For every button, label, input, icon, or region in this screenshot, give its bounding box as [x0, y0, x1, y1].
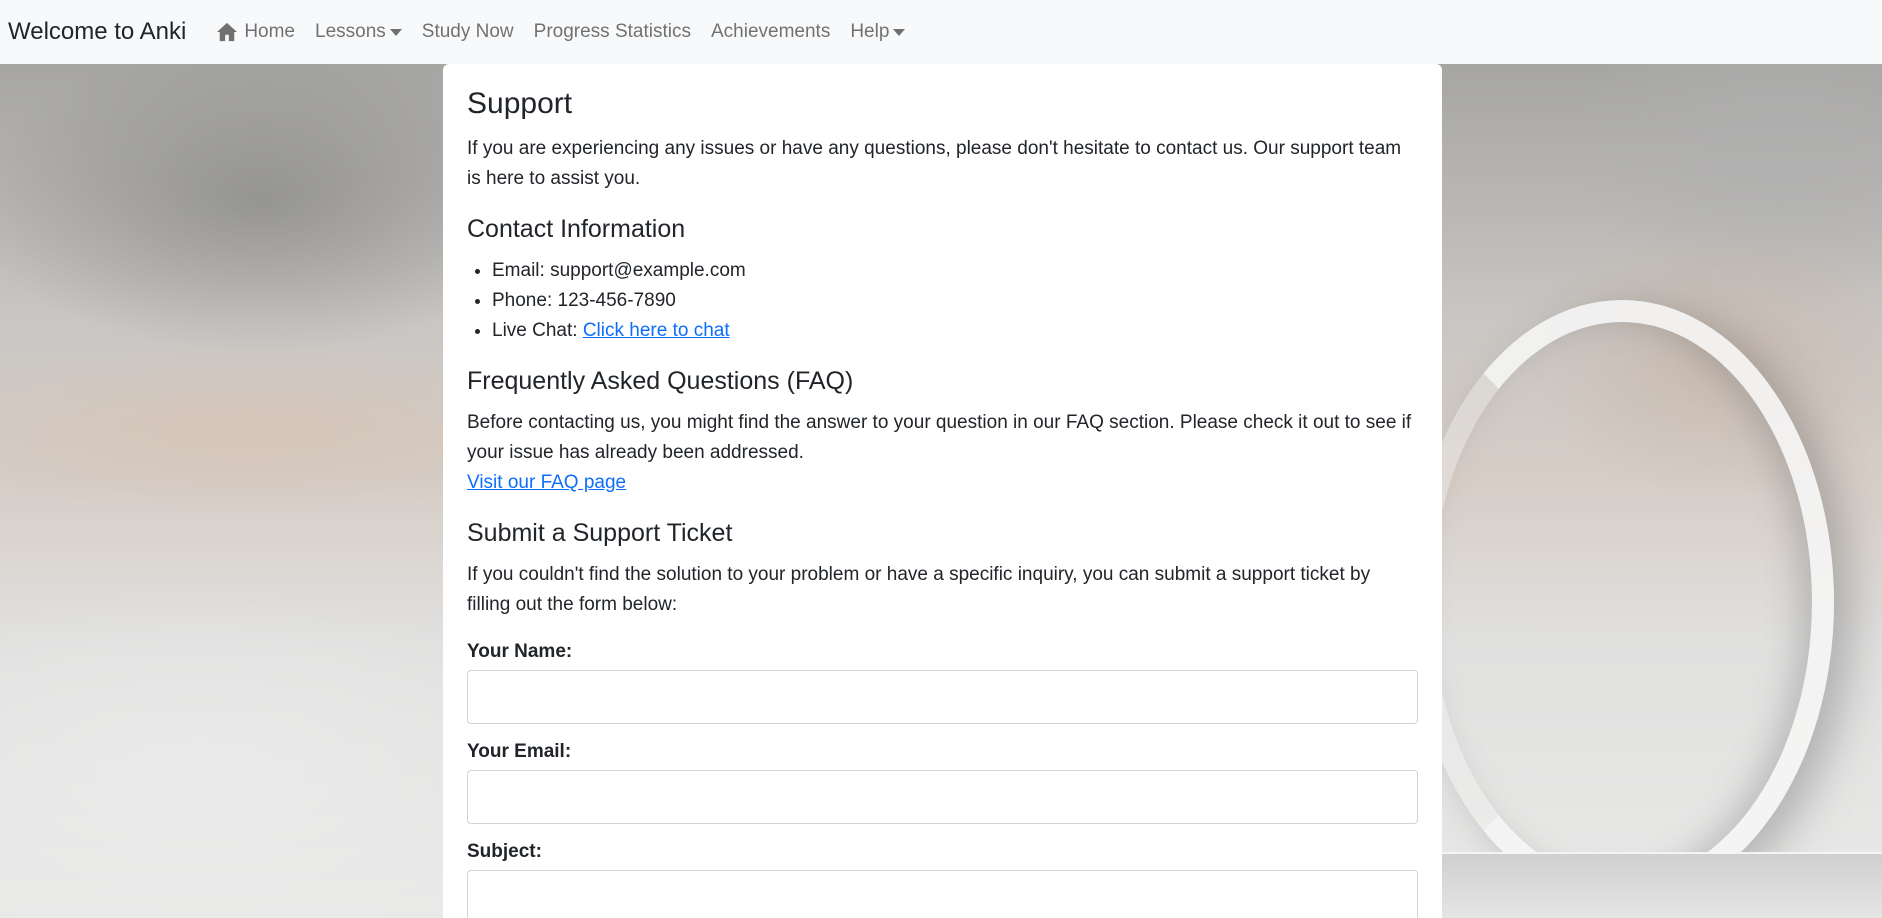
nav-study-now-label: Study Now [421, 21, 514, 42]
page-title: Support [467, 87, 573, 120]
chevron-down-icon [389, 28, 402, 36]
support-ticket-form: Your Name: Your Email: Subject: [467, 640, 1418, 918]
support-intro: If you are experiencing any issues or ha… [467, 138, 1402, 189]
contact-phone: Phone: 123-456-7890 [492, 286, 1418, 316]
subject-input[interactable] [467, 870, 1418, 918]
contact-live-chat: Live Chat: Click here to chat [492, 316, 1418, 346]
faq-heading: Frequently Asked Questions (FAQ) [467, 367, 854, 395]
navbar-brand[interactable]: Welcome to Anki [8, 18, 186, 46]
ticket-text: If you couldn't find the solution to you… [467, 564, 1371, 615]
nav-home[interactable]: Home [206, 21, 305, 43]
nav-achievements-label: Achievements [710, 21, 831, 42]
home-icon [217, 22, 238, 42]
nav-progress-statistics-label: Progress Statistics [533, 21, 691, 42]
contact-email: Email: support@example.com [492, 256, 1418, 286]
name-label: Your Name: [467, 641, 573, 662]
faq-block: Before contacting us, you might find the… [467, 408, 1418, 498]
nav-help-dropdown[interactable]: Help [840, 21, 915, 43]
subject-label: Subject: [467, 841, 542, 862]
nav-study-now[interactable]: Study Now [412, 21, 524, 43]
nav-lessons-dropdown[interactable]: Lessons [305, 21, 412, 43]
nav-achievements[interactable]: Achievements [701, 21, 840, 43]
faq-link[interactable]: Visit our FAQ page [467, 472, 626, 493]
live-chat-link[interactable]: Click here to chat [583, 320, 730, 341]
name-input[interactable] [467, 670, 1418, 724]
live-chat-prefix: Live Chat: [492, 320, 583, 341]
nav-progress-statistics[interactable]: Progress Statistics [524, 21, 701, 43]
email-input[interactable] [467, 770, 1418, 824]
nav-home-label: Home [244, 21, 295, 42]
ticket-heading: Submit a Support Ticket [467, 519, 733, 547]
faq-text: Before contacting us, you might find the… [467, 412, 1412, 463]
navbar: Welcome to Anki Home Lessons Study Now P… [0, 0, 1882, 64]
background-page-curl [1410, 300, 1834, 904]
background-book-page [1442, 852, 1882, 918]
contact-list: Email: support@example.com Phone: 123-45… [467, 256, 1418, 346]
contact-heading: Contact Information [467, 215, 686, 243]
chevron-down-icon [893, 28, 906, 36]
nav-lessons-label: Lessons [315, 21, 386, 42]
nav-help-label: Help [850, 21, 890, 42]
support-card: Support If you are experiencing any issu… [443, 64, 1442, 918]
email-label: Your Email: [467, 741, 572, 762]
